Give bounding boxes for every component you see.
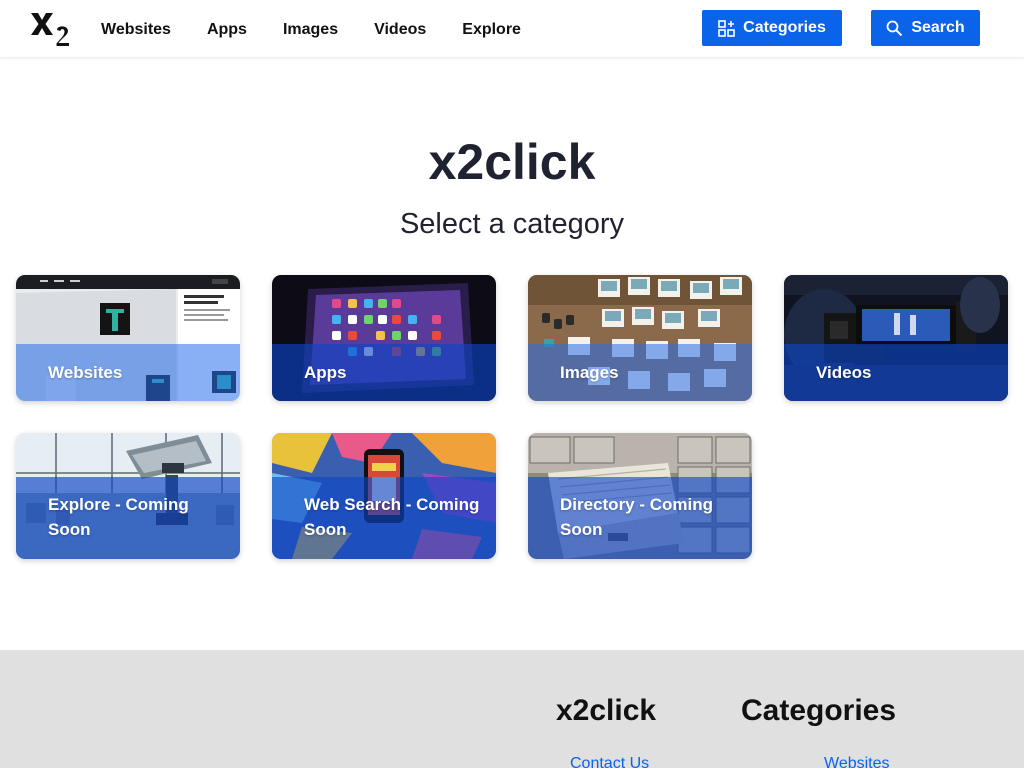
footer: x2click Contact Us Categories Websites [0, 650, 1024, 768]
nav-link-videos[interactable]: Videos [374, 19, 426, 41]
footer-link-websites[interactable]: Websites [824, 754, 890, 768]
search-button-label: Search [911, 19, 965, 36]
category-card-label: Apps [304, 363, 347, 382]
search-button[interactable]: Search [871, 10, 980, 46]
categories-button-label: Categories [743, 19, 826, 36]
categories-button[interactable]: Categories [702, 10, 842, 46]
page-title: x2click [428, 134, 596, 190]
category-card-images[interactable]: Images [528, 275, 752, 401]
category-card-explore[interactable]: Explore - Coming Soon [16, 433, 240, 559]
page-subtitle: Select a category [399, 208, 625, 240]
category-card-web-search[interactable]: Web Search - Coming Soon [272, 433, 496, 559]
footer-brand-title: x2click [556, 694, 657, 727]
grid-plus-icon [718, 19, 735, 37]
category-card-websites[interactable]: Websites [16, 275, 240, 401]
category-card-label: Websites [48, 363, 123, 382]
footer-categories-title: Categories [741, 694, 897, 727]
category-card-label: Videos [816, 363, 872, 382]
category-card-label: Explore - Coming Soon [48, 495, 189, 539]
nav-link-websites[interactable]: Websites [101, 19, 171, 41]
category-card-videos[interactable]: Videos [784, 275, 1008, 401]
footer-link-contact-us[interactable]: Contact Us [570, 754, 649, 768]
nav-link-images[interactable]: Images [283, 19, 338, 41]
nav-link-explore[interactable]: Explore [462, 19, 521, 41]
category-card-apps[interactable]: Apps [272, 275, 496, 401]
main-nav: Websites Apps Images Videos Explore [101, 19, 557, 41]
search-icon [886, 20, 903, 36]
category-card-label: Directory - Coming Soon [560, 495, 714, 539]
category-card-directory[interactable]: Directory - Coming Soon [528, 433, 752, 559]
top-navbar: Websites Apps Images Videos Explore Cate… [0, 0, 1024, 57]
category-card-label: Web Search - Coming Soon [304, 495, 480, 539]
nav-link-apps[interactable]: Apps [207, 19, 247, 41]
category-card-label: Images [560, 363, 619, 382]
x2-logo-icon[interactable] [28, 9, 74, 47]
